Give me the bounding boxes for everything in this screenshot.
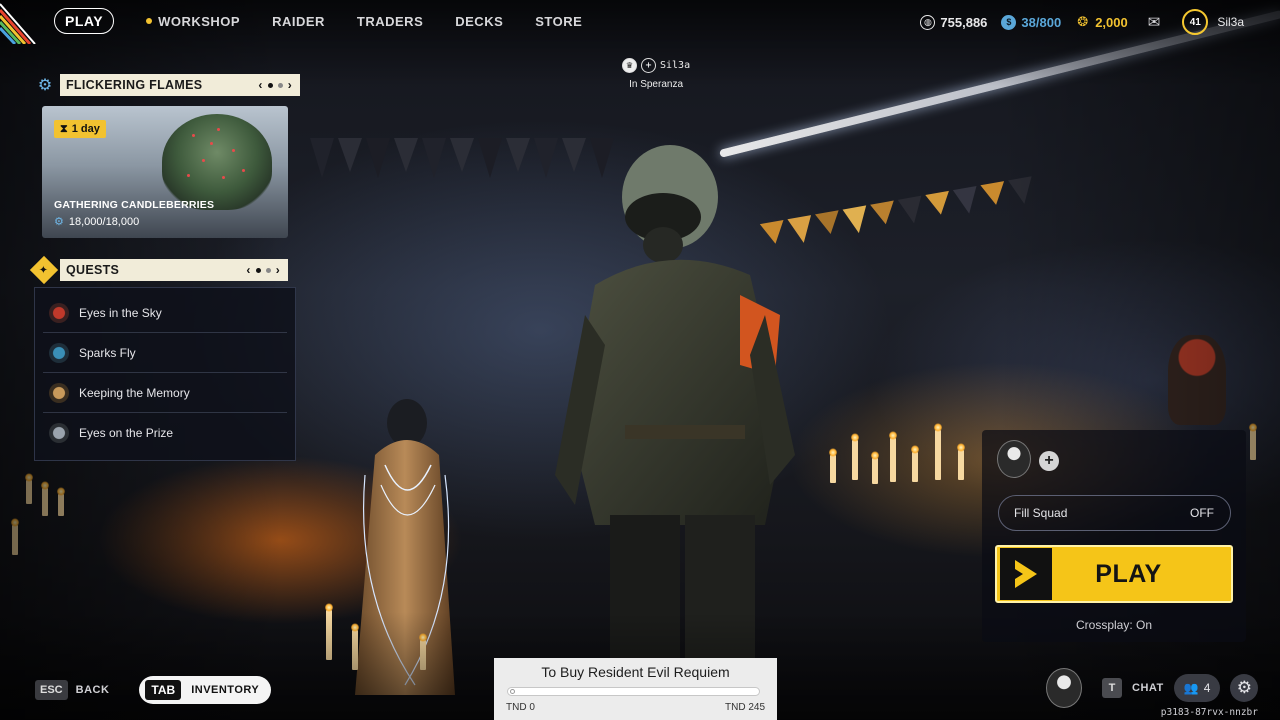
player-avatar[interactable]	[1046, 668, 1082, 708]
quest-diamond-icon: ✦	[29, 255, 59, 285]
quests-title-bar: QUESTS ‹ ›	[60, 259, 288, 281]
notification-dot-icon	[146, 18, 153, 24]
page-dot	[265, 267, 271, 273]
quest-portrait-icon	[49, 342, 69, 363]
chevron-right-icon[interactable]: ›	[288, 78, 292, 92]
back-label[interactable]: BACK	[76, 684, 110, 696]
brand-stripes-logo	[0, 3, 36, 44]
quest-item[interactable]: Keeping the Memory	[43, 373, 287, 413]
username-label: Sil3a	[1217, 15, 1244, 29]
quest-portrait-icon	[49, 302, 69, 323]
quests-title: QUESTS	[66, 263, 120, 277]
inventory-label: INVENTORY	[191, 684, 260, 696]
currency-bar: ◍ 755,886 $ 38/800 ❂ 2,000 ✉ 41 Sil3a	[920, 9, 1244, 35]
event-progress-value: 18,000/18,000	[68, 215, 140, 228]
fill-squad-toggle[interactable]: Fill Squad OFF	[998, 495, 1231, 531]
tab-key-hint: TAB	[145, 680, 182, 700]
mail-icon[interactable]: ✉	[1148, 13, 1161, 31]
goal-title: To Buy Resident Evil Requiem	[541, 664, 730, 680]
invite-player-button[interactable]: +	[1039, 451, 1059, 471]
event-title: FLICKERING FLAMES	[66, 78, 203, 92]
chevron-right-icon[interactable]: ›	[276, 263, 280, 277]
nav-raider-tab[interactable]: RAIDER	[272, 14, 325, 29]
coins-currency[interactable]: ◍ 755,886	[920, 14, 988, 30]
page-dot	[255, 267, 261, 273]
nav-store-tab[interactable]: STORE	[535, 14, 582, 29]
event-task-title: GATHERING CANDLEBERRIES	[54, 199, 215, 211]
esc-key-hint[interactable]: ESC	[35, 680, 68, 700]
quest-item[interactable]: Eyes in the Sky	[43, 293, 287, 333]
build-id: p3183-87rvx-nnzbr	[1160, 707, 1258, 718]
quest-portrait-icon	[49, 423, 69, 443]
quest-item[interactable]: Sparks Fly	[43, 333, 287, 373]
fill-squad-value: OFF	[1190, 506, 1214, 520]
event-timer-label: 1 day	[71, 123, 100, 135]
gear-icon: ⚙	[37, 77, 53, 94]
premium-value: 2,000	[1095, 14, 1128, 30]
nav-traders-tab[interactable]: TRADERS	[357, 14, 423, 29]
goal-progress-bar	[507, 687, 760, 696]
bottom-left-controls: ESC BACK TAB INVENTORY	[35, 676, 272, 704]
seed-icon: $	[1001, 14, 1017, 30]
goal-max-label: TND 245	[724, 702, 765, 713]
friends-icon: 👥	[1183, 681, 1199, 695]
nav-workshop-label: WORKSHOP	[158, 13, 241, 29]
quest-label: Keeping the Memory	[79, 385, 190, 400]
premium-currency[interactable]: ❂ 2,000	[1075, 14, 1128, 30]
player-nametag: ♛ + Sil3a In Speranza	[622, 58, 690, 90]
goal-min-label: TND 0	[506, 702, 535, 713]
event-card[interactable]: ⧗ 1 day GATHERING CANDLEBERRIES ⚙ 18,000…	[42, 106, 288, 238]
quests-header: ✦ QUESTS ‹ ›	[29, 255, 288, 285]
gear-icon: ⚙	[54, 216, 64, 228]
quest-item[interactable]: Eyes on the Prize	[43, 413, 287, 453]
coins-value: 755,886	[940, 14, 988, 30]
goal-progress-marker	[510, 689, 515, 694]
page-dot	[277, 82, 283, 88]
event-timer-badge: ⧗ 1 day	[54, 120, 106, 138]
crossplay-status: Crossplay: On	[1076, 618, 1153, 632]
seeds-value: 38/800	[1021, 14, 1062, 30]
bottom-right-controls: T CHAT 👥 4 ⚙	[1046, 668, 1259, 708]
event-pager: ‹ ›	[258, 78, 292, 92]
play-chevron-icon	[1000, 548, 1052, 600]
seeds-currency[interactable]: $ 38/800	[1001, 14, 1062, 30]
play-button-label: PLAY	[1095, 559, 1162, 588]
play-button[interactable]: PLAY	[995, 545, 1233, 603]
nav-decks-tab[interactable]: DECKS	[455, 14, 503, 29]
event-progress: ⚙ 18,000/18,000	[54, 215, 140, 229]
quest-label: Sparks Fly	[79, 345, 136, 360]
quest-label: Eyes in the Sky	[79, 305, 162, 320]
nav-workshop-tab[interactable]: WORKSHOP	[146, 14, 240, 29]
chat-key-hint[interactable]: T	[1102, 678, 1122, 698]
chat-label[interactable]: CHAT	[1132, 682, 1164, 694]
main-nav: PLAY WORKSHOP RAIDER TRADERS DECKS STORE	[54, 8, 582, 34]
profile-button[interactable]: 41 Sil3a	[1182, 9, 1244, 35]
nav-play-tab[interactable]: PLAY	[54, 8, 115, 34]
player-name: Sil3a	[660, 60, 691, 71]
chevron-left-icon[interactable]: ‹	[246, 263, 250, 277]
donation-goal-widget: To Buy Resident Evil Requiem TND 0 TND 2…	[494, 658, 777, 720]
quest-list: Eyes in the Sky Sparks Fly Keeping the M…	[34, 287, 296, 461]
fill-squad-label: Fill Squad	[1014, 506, 1068, 520]
inventory-button[interactable]: TAB INVENTORY	[139, 676, 272, 704]
quest-label: Eyes on the Prize	[79, 426, 174, 440]
coin-icon: ◍	[920, 14, 936, 30]
chevron-left-icon[interactable]: ‹	[258, 78, 262, 92]
player-location: In Speranza	[629, 79, 684, 90]
event-title-bar: FLICKERING FLAMES ‹ ›	[60, 74, 300, 96]
premium-coin-icon: ❂	[1077, 14, 1089, 29]
crown-icon: ♛	[622, 58, 637, 73]
friends-button[interactable]: 👥 4	[1173, 674, 1221, 702]
level-badge: 41	[1182, 9, 1209, 35]
quests-pager: ‹ ›	[246, 263, 280, 277]
hourglass-icon: ⧗	[60, 122, 68, 135]
page-dot	[267, 82, 273, 88]
candleberry-bush-image	[162, 114, 272, 210]
friends-count: 4	[1203, 681, 1211, 695]
add-friend-icon[interactable]: +	[641, 58, 656, 73]
quest-portrait-icon	[49, 382, 69, 403]
settings-gear-icon[interactable]: ⚙	[1230, 674, 1259, 702]
squad-leader-avatar[interactable]	[997, 440, 1031, 478]
event-header: ⚙ FLICKERING FLAMES ‹ ›	[36, 74, 300, 96]
